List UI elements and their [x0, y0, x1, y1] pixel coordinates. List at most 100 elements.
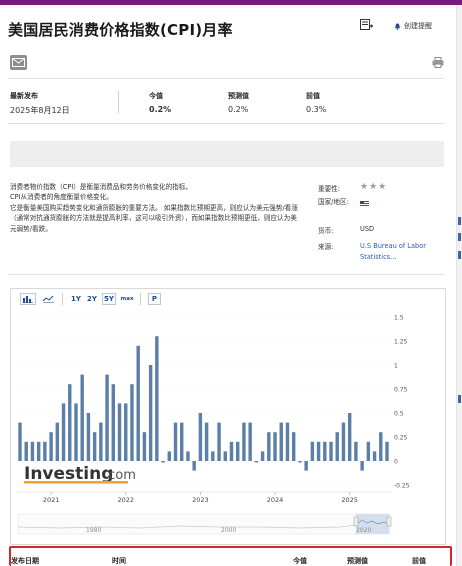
chart-bar: [285, 422, 290, 461]
navigator-label: 2020: [356, 527, 371, 534]
col-forecast[interactable]: 预测值: [347, 556, 368, 566]
source-link-line[interactable]: Statistics...: [360, 253, 396, 261]
history-table-highlight: [9, 546, 452, 566]
toolbar-divider: [140, 293, 141, 305]
latest-release: 最新发布 2025年8月12日: [10, 91, 70, 116]
currency-value: USD: [360, 225, 375, 233]
bar-chart-toggle[interactable]: [20, 293, 36, 305]
forecast-label: 预测值: [228, 92, 249, 100]
chart-bar: [92, 432, 97, 461]
source-link[interactable]: U.S Bureau of Labor Statistics...: [360, 241, 426, 263]
page-title: 美国居民消费价格指数(CPI)月率: [8, 21, 233, 39]
navigator-handle-left[interactable]: [353, 516, 359, 527]
chart-bar: [372, 451, 377, 461]
chart-bar: [186, 451, 190, 461]
indicator-description: 消费者物价指数（CPI）是衡量消费品和劳务价格变化的指标。 CPI从消费者的角度…: [10, 182, 300, 234]
add-to-portfolio-icon[interactable]: [360, 19, 373, 31]
source-link-line[interactable]: U.S Bureau of Labor: [360, 242, 426, 250]
col-previous[interactable]: 前值: [412, 556, 426, 566]
chart-bar: [347, 413, 352, 461]
currency-label: 货币:: [318, 227, 334, 235]
chart-bar: [229, 441, 234, 461]
y-tick-label: 0: [394, 459, 398, 466]
chart-bar: [55, 422, 60, 461]
create-alert-button[interactable]: 创建提醒: [388, 17, 450, 35]
divider: [8, 78, 444, 79]
actual-stat: 今值 0.2%: [149, 91, 171, 114]
navigator-label: 1980: [86, 527, 101, 534]
email-share-button[interactable]: [10, 55, 27, 70]
y-tick-label: 1.5: [394, 315, 404, 322]
range-2y-button[interactable]: 2Y: [86, 293, 98, 305]
previous-stat: 前值 0.3%: [306, 91, 326, 114]
x-tick-label: 2021: [43, 496, 60, 504]
range-navigator[interactable]: 1980 2000 2020: [17, 513, 392, 535]
col-actual[interactable]: 今值: [293, 556, 307, 566]
chart-bar: [335, 432, 339, 461]
divider: [8, 274, 444, 275]
range-5y-button[interactable]: 5Y: [102, 293, 116, 305]
x-tick-label: 2023: [192, 496, 209, 504]
chart-bar: [273, 432, 277, 461]
chart-bar: [117, 403, 122, 461]
navigator-handle-right[interactable]: [386, 516, 392, 527]
chart-bar: [43, 441, 47, 461]
create-alert-label: 创建提醒: [404, 22, 432, 30]
range-max-button[interactable]: max: [119, 293, 135, 305]
chart-bar: [18, 422, 22, 461]
importance-stars-icon: ★★★: [360, 182, 388, 192]
x-tick-label: 2024: [267, 496, 284, 504]
range-1y-button[interactable]: 1Y: [70, 293, 82, 305]
y-tick-label: -0.25: [394, 483, 410, 490]
chart-bar: [74, 403, 78, 461]
y-tick-label: 0.75: [394, 387, 408, 394]
description-line: CPI从消费者的角度衡量价格变化。: [10, 193, 113, 202]
actual-value: 0.2%: [149, 105, 172, 114]
us-flag-icon: [360, 201, 369, 207]
forecast-stat: 预测值 0.2%: [228, 91, 249, 114]
description-line: 消费者物价指数（CPI）是衡量消费品和劳务价格变化的指标。: [10, 183, 192, 191]
chart-bar: [354, 441, 358, 461]
divider: [8, 123, 444, 124]
chart-bar: [124, 403, 128, 461]
chart-bar: [155, 336, 159, 461]
source-label: 来源:: [318, 243, 334, 251]
chart-bar: [198, 413, 203, 461]
area-chart-icon: [42, 295, 54, 303]
candle-toggle-button[interactable]: P: [148, 293, 161, 305]
chart-bar: [36, 441, 41, 461]
chart-bar: [136, 345, 140, 461]
description-paragraph: 它是衡量美国购买趋势变化和通货膨胀的重要方法。 如果指数比预期更高，则应认为美元…: [10, 203, 298, 233]
bell-icon: [395, 22, 400, 30]
chart-bar: [298, 461, 302, 463]
col-time[interactable]: 时间: [112, 556, 126, 566]
y-tick-label: 0.5: [394, 411, 404, 418]
chart-bar: [204, 422, 209, 461]
chart-bar: [236, 441, 240, 461]
latest-release-date: 2025年8月12日: [10, 106, 70, 115]
chart-bar: [242, 422, 246, 461]
x-tick-label: 2025: [341, 496, 358, 504]
chart-bar: [248, 422, 252, 461]
source-row: 来源: U.S Bureau of Labor Statistics...: [318, 241, 426, 261]
chart-bar: [366, 441, 371, 461]
chart-bar: [80, 374, 84, 461]
print-icon[interactable]: [432, 57, 444, 68]
chart-bar: [316, 441, 321, 461]
y-tick-label: 0.25: [394, 435, 408, 442]
chart-bar: [142, 432, 147, 461]
chart-bar: [173, 422, 178, 461]
envelope-icon: [12, 58, 25, 67]
cpi-bar-chart: 1.5 1.25 1 0.75 0.5 0.25 0 -0.25 2021 2022 2023 20…: [16, 315, 410, 535]
x-tick-label: 2022: [117, 496, 134, 504]
col-release-date[interactable]: 发布日期: [11, 556, 39, 566]
chart-bar: [30, 441, 35, 461]
chart-bar: [304, 461, 308, 471]
chart-bar: [24, 441, 28, 461]
chart-bar: [49, 432, 53, 461]
area-chart-toggle[interactable]: [40, 293, 56, 305]
chart-bar: [61, 403, 66, 461]
bar-chart-icon: [23, 296, 33, 303]
chart-bar: [111, 384, 116, 461]
ad-placeholder: [10, 141, 444, 167]
